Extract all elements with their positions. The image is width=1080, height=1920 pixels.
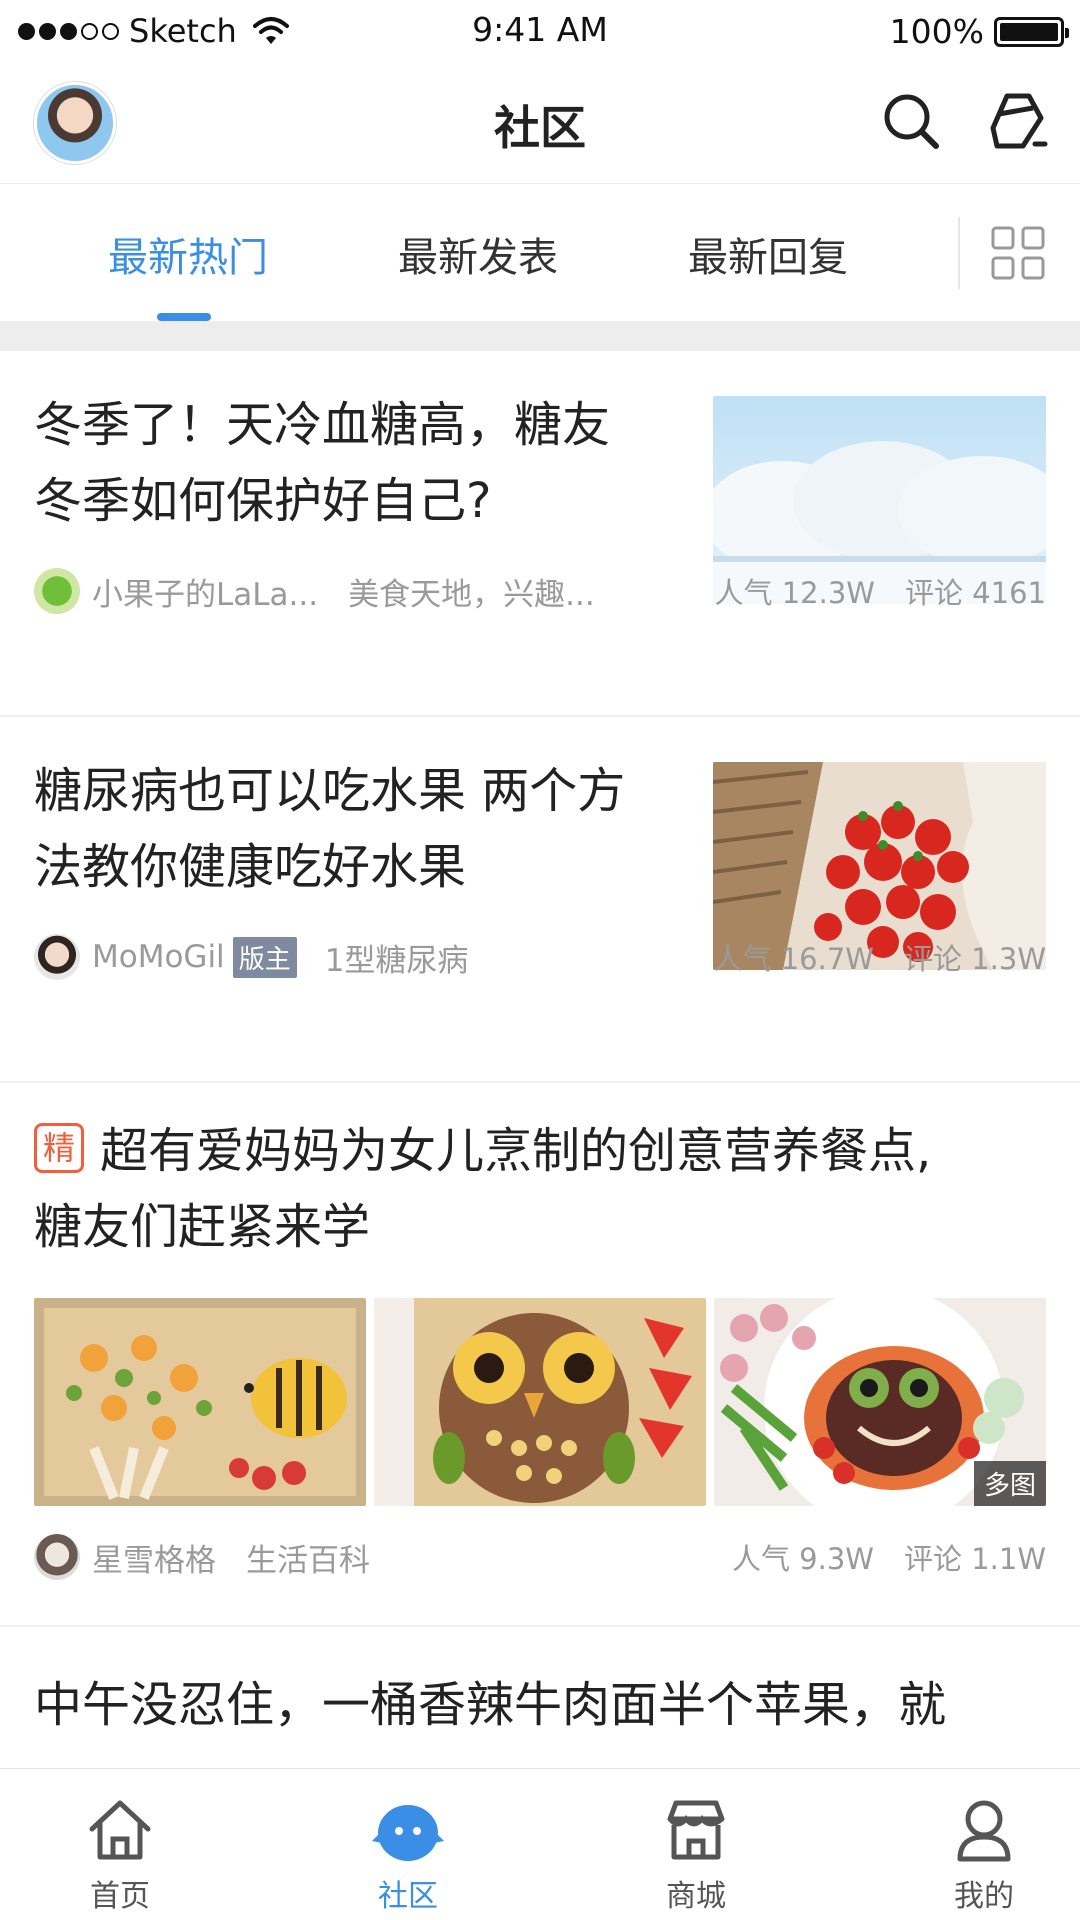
- tab-latest-posted[interactable]: 最新发表: [398, 225, 558, 283]
- tab-bar: 最新热门 最新发表 最新回复: [0, 185, 1080, 321]
- popularity-count: 人气 16.7W: [713, 942, 874, 976]
- nav-label: 商城: [666, 1879, 726, 1914]
- post-title: 中午没忍住，一桶香辣牛肉面半个苹果，就: [34, 1677, 947, 1733]
- author-avatar[interactable]: [34, 934, 80, 980]
- section-separator: [0, 321, 1080, 351]
- store-icon: [667, 1800, 725, 1860]
- tab-latest-hot[interactable]: 最新热门: [108, 225, 268, 283]
- post-item[interactable]: 中午没忍住，一桶香辣牛肉面半个苹果，就: [0, 1627, 1080, 1768]
- post-item[interactable]: 精超有爱妈妈为女儿烹制的创意营养餐点, 糖友们赶紧来学 多图 星雪格格 生活百科…: [0, 1083, 1080, 1627]
- nav-label: 我的: [954, 1879, 1014, 1914]
- post-title: 冬季了！天冷血糖高，糖友 冬季如何保护好自己?: [34, 397, 611, 529]
- edit-icon[interactable]: [985, 88, 1051, 154]
- author-name[interactable]: 小果子的LaLa...: [92, 569, 318, 614]
- nav-home[interactable]: 首页: [20, 1769, 220, 1920]
- multi-image-badge: 多图: [973, 1461, 1046, 1506]
- post-category[interactable]: 1型糖尿病: [325, 935, 469, 980]
- status-bar: Sketch 9:41 AM 100%: [0, 0, 1080, 62]
- popularity-count: 人气 9.3W: [731, 1542, 874, 1576]
- post-title: 糖尿病也可以吃水果 两个方 法教你健康吃好水果: [34, 763, 626, 895]
- nav-profile[interactable]: 我的: [884, 1769, 1080, 1920]
- tab-divider: [958, 217, 960, 289]
- author-avatar[interactable]: [34, 1534, 80, 1580]
- post-title: 精超有爱妈妈为女儿烹制的创意营养餐点, 糖友们赶紧来学: [34, 1123, 932, 1255]
- profile-icon: [957, 1800, 1011, 1862]
- comment-count: 评论 4161: [904, 576, 1046, 610]
- home-icon: [89, 1800, 151, 1860]
- post-category[interactable]: 生活百科: [246, 1535, 370, 1580]
- battery-percent: 100%: [889, 12, 984, 51]
- search-icon[interactable]: [878, 88, 944, 154]
- battery-icon: [994, 16, 1069, 47]
- post-item[interactable]: 糖尿病也可以吃水果 两个方 法教你健康吃好水果 MoMoGil 版主 1型糖尿病…: [0, 717, 1080, 1083]
- grid-icon[interactable]: [990, 225, 1046, 281]
- post-image-food-2: [374, 1298, 706, 1506]
- nav-label: 社区: [378, 1879, 438, 1914]
- community-icon: [372, 1805, 444, 1861]
- nav-label: 首页: [90, 1879, 150, 1914]
- bottom-nav: 首页 社区 商城 我的: [0, 1768, 1080, 1920]
- author-avatar[interactable]: [34, 568, 80, 614]
- post-category[interactable]: 美食天地，兴趣...: [348, 569, 595, 614]
- nav-community[interactable]: 社区: [308, 1769, 508, 1920]
- tab-latest-replied[interactable]: 最新回复: [688, 225, 848, 283]
- popularity-count: 人气 12.3W: [714, 576, 875, 610]
- multi-image-overlay: 多图: [714, 1298, 1046, 1506]
- comment-count: 评论 1.3W: [903, 942, 1046, 976]
- author-name[interactable]: MoMoGil: [92, 939, 225, 975]
- moderator-badge: 版主: [232, 936, 297, 978]
- post-image-food-1: [34, 1298, 366, 1506]
- nav-store[interactable]: 商城: [596, 1769, 796, 1920]
- essence-tag: 精: [34, 1123, 84, 1173]
- tab-indicator: [157, 313, 211, 321]
- app-header: 社区: [0, 62, 1080, 184]
- author-name[interactable]: 星雪格格: [92, 1535, 216, 1580]
- post-item[interactable]: 冬季了！天冷血糖高，糖友 冬季如何保护好自己? 小果子的LaLa... 美食天地…: [0, 351, 1080, 717]
- comment-count: 评论 1.1W: [903, 1542, 1046, 1576]
